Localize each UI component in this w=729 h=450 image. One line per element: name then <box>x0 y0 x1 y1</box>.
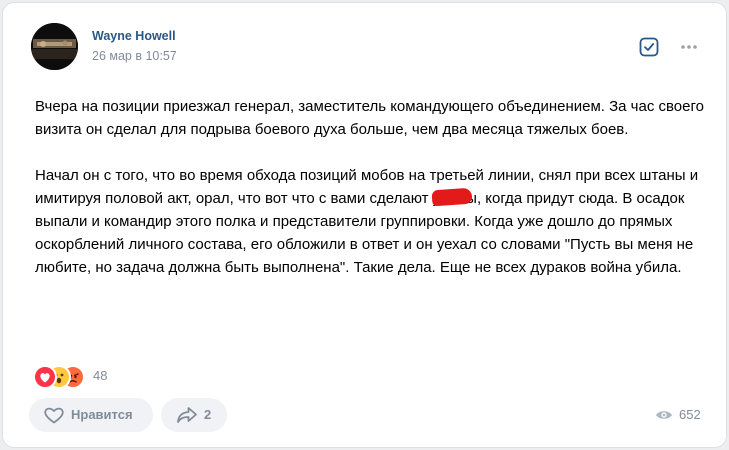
like-label: Нравится <box>71 407 133 422</box>
like-button[interactable]: Нравится <box>29 398 153 432</box>
eye-icon <box>656 411 672 419</box>
heart-icon <box>33 365 57 389</box>
reactions-count: 48 <box>93 368 108 383</box>
post-paragraph-1: Вчера на позиции приезжал генерал, замес… <box>35 98 704 138</box>
avatar-image <box>31 23 78 70</box>
post-card: Wayne Howell 26 мар в 10:57 Вчера на поз… <box>2 2 727 448</box>
author-name[interactable]: Wayne Howell <box>92 29 176 43</box>
views-count: 652 <box>679 407 701 422</box>
post-paragraph-2: Начал он с того, что во время обхода поз… <box>35 164 711 279</box>
post-text: Вчера на позиции приезжал генерал, замес… <box>35 95 711 279</box>
share-arrow-icon <box>177 407 197 423</box>
heart-outline-icon <box>44 407 64 424</box>
more-options-icon[interactable] <box>679 39 699 55</box>
share-count: 2 <box>204 407 212 422</box>
share-button[interactable]: 2 <box>161 398 227 432</box>
redaction-mark <box>431 187 473 207</box>
avatar[interactable] <box>31 23 78 70</box>
post-date[interactable]: 26 мар в 10:57 <box>92 49 177 63</box>
check-icon[interactable] <box>639 37 659 57</box>
